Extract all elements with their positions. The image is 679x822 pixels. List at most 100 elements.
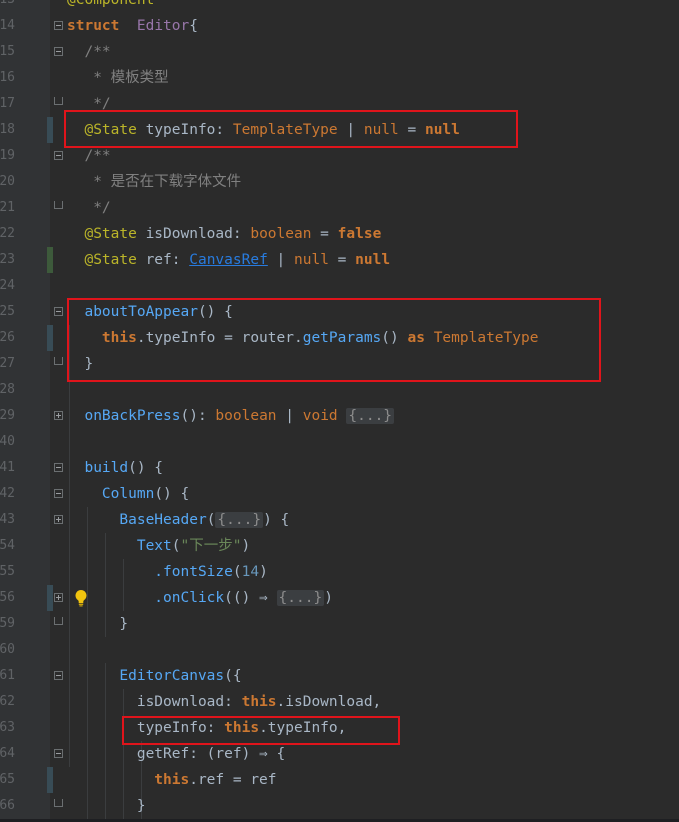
- fold-collapse-icon[interactable]: [54, 21, 63, 30]
- fold-expand-icon[interactable]: [54, 411, 63, 420]
- code-text[interactable]: build() {: [67, 455, 163, 481]
- code-text[interactable]: EditorCanvas({: [67, 663, 242, 689]
- fold-end-icon[interactable]: [54, 97, 63, 109]
- code-line[interactable]: 43 BaseHeader({...}) {: [0, 507, 679, 533]
- code-line[interactable]: 61 EditorCanvas({: [0, 663, 679, 689]
- folded-code-placeholder[interactable]: {...}: [215, 512, 264, 528]
- line-number: 17: [0, 96, 15, 111]
- code-text[interactable]: onBackPress(): boolean | void {...}: [67, 403, 395, 429]
- line-number: 25: [0, 304, 15, 319]
- fold-expand-icon[interactable]: [54, 515, 63, 524]
- indent-guide: [87, 637, 88, 663]
- code-token: * 模板类型: [67, 70, 169, 86]
- code-text[interactable]: struct Editor{: [67, 13, 198, 39]
- code-token: ():: [180, 408, 216, 424]
- code-line[interactable]: 13 @Component: [0, 0, 679, 13]
- code-line[interactable]: 20 * 是否在下载字体文件: [0, 169, 679, 195]
- code-line[interactable]: 24: [0, 273, 679, 299]
- folded-code-placeholder[interactable]: {...}: [346, 408, 395, 424]
- code-token: /**: [67, 44, 111, 60]
- fold-collapse-icon[interactable]: [54, 307, 63, 316]
- fold-collapse-icon[interactable]: [54, 489, 63, 498]
- code-text[interactable]: @State ref: CanvasRef | null = null: [67, 247, 390, 273]
- line-number: 63: [0, 720, 15, 735]
- code-text[interactable]: */: [67, 195, 110, 221]
- code-text[interactable]: BaseHeader({...}) {: [67, 507, 289, 533]
- line-number: 21: [0, 200, 15, 215]
- vcs-change-marker[interactable]: [47, 767, 53, 793]
- code-text[interactable]: * 模板类型: [67, 65, 169, 91]
- vcs-change-marker[interactable]: [47, 585, 53, 611]
- code-line[interactable]: 65 this.ref = ref: [0, 767, 679, 793]
- code-token: struct: [67, 18, 120, 34]
- fold-end-icon[interactable]: [54, 201, 63, 213]
- code-token: isDownload:: [136, 226, 251, 242]
- code-text[interactable]: @State isDownload: boolean = false: [67, 221, 381, 247]
- code-line[interactable]: 62 isDownload: this.isDownload,: [0, 689, 679, 715]
- fold-end-icon[interactable]: [54, 357, 63, 369]
- code-token: }: [67, 616, 129, 632]
- code-token: "下一步": [180, 538, 242, 554]
- fold-end-icon[interactable]: [54, 617, 63, 629]
- fold-collapse-icon[interactable]: [54, 671, 63, 680]
- code-text[interactable]: .fontSize(14): [67, 559, 268, 585]
- fold-collapse-icon[interactable]: [54, 151, 63, 160]
- line-number: 15: [0, 44, 15, 59]
- line-number: 24: [0, 278, 15, 293]
- line-number: 66: [0, 798, 15, 813]
- code-line[interactable]: 60: [0, 637, 679, 663]
- code-line[interactable]: 56 .onClick(() ⇒ {...}): [0, 585, 679, 611]
- code-line[interactable]: 16 * 模板类型: [0, 65, 679, 91]
- code-token[interactable]: CanvasRef: [189, 252, 268, 268]
- code-token: ): [259, 564, 268, 580]
- line-number: 26: [0, 330, 15, 345]
- code-text[interactable]: /**: [67, 39, 111, 65]
- fold-expand-icon[interactable]: [54, 593, 63, 602]
- line-number: 41: [0, 460, 15, 475]
- code-token: Editor: [136, 18, 190, 34]
- code-token: onBackPress: [67, 408, 181, 424]
- code-line[interactable]: 40: [0, 429, 679, 455]
- code-text[interactable]: Column() {: [67, 481, 189, 507]
- code-line[interactable]: 14 struct Editor{: [0, 13, 679, 39]
- code-token: .isDownload,: [276, 694, 382, 710]
- code-token: .onClick: [67, 590, 225, 606]
- code-text[interactable]: }: [67, 611, 128, 637]
- vcs-change-marker[interactable]: [47, 325, 53, 351]
- code-line[interactable]: 42 Column() {: [0, 481, 679, 507]
- code-line[interactable]: 23 @State ref: CanvasRef | null = null: [0, 247, 679, 273]
- folded-code-placeholder[interactable]: {...}: [276, 590, 325, 606]
- code-text[interactable]: this.ref = ref: [67, 767, 276, 793]
- line-number: 65: [0, 772, 15, 787]
- code-line[interactable]: 41 build() {: [0, 455, 679, 481]
- code-token: |: [267, 252, 295, 268]
- code-text[interactable]: isDownload: this.isDownload,: [67, 689, 381, 715]
- vcs-change-marker[interactable]: [47, 117, 53, 143]
- code-token: void: [302, 408, 338, 424]
- code-line[interactable]: 22 @State isDownload: boolean = false: [0, 221, 679, 247]
- fold-collapse-icon[interactable]: [54, 749, 63, 758]
- code-text[interactable]: @Component: [67, 0, 154, 13]
- code-line[interactable]: 66 }: [0, 793, 679, 819]
- code-line[interactable]: 54 Text("下一步"): [0, 533, 679, 559]
- fold-collapse-icon[interactable]: [54, 47, 63, 56]
- code-token: () {: [128, 460, 164, 476]
- line-number: 60: [0, 642, 15, 657]
- line-number: 27: [0, 356, 15, 371]
- code-text[interactable]: }: [67, 793, 146, 819]
- code-line[interactable]: 55 .fontSize(14): [0, 559, 679, 585]
- code-token: null: [355, 252, 391, 268]
- code-line[interactable]: 29 onBackPress(): boolean | void {...}: [0, 403, 679, 429]
- vcs-change-marker[interactable]: [47, 247, 53, 273]
- code-text[interactable]: Text("下一步"): [67, 533, 250, 559]
- code-text[interactable]: * 是否在下载字体文件: [67, 169, 241, 195]
- code-line[interactable]: 15 /**: [0, 39, 679, 65]
- code-line[interactable]: 21 */: [0, 195, 679, 221]
- code-token: ({: [224, 668, 242, 684]
- code-token: (: [171, 538, 181, 554]
- fold-collapse-icon[interactable]: [54, 463, 63, 472]
- code-line[interactable]: 59 }: [0, 611, 679, 637]
- fold-end-icon[interactable]: [54, 799, 63, 811]
- code-text[interactable]: .onClick(() ⇒ {...}): [67, 585, 333, 611]
